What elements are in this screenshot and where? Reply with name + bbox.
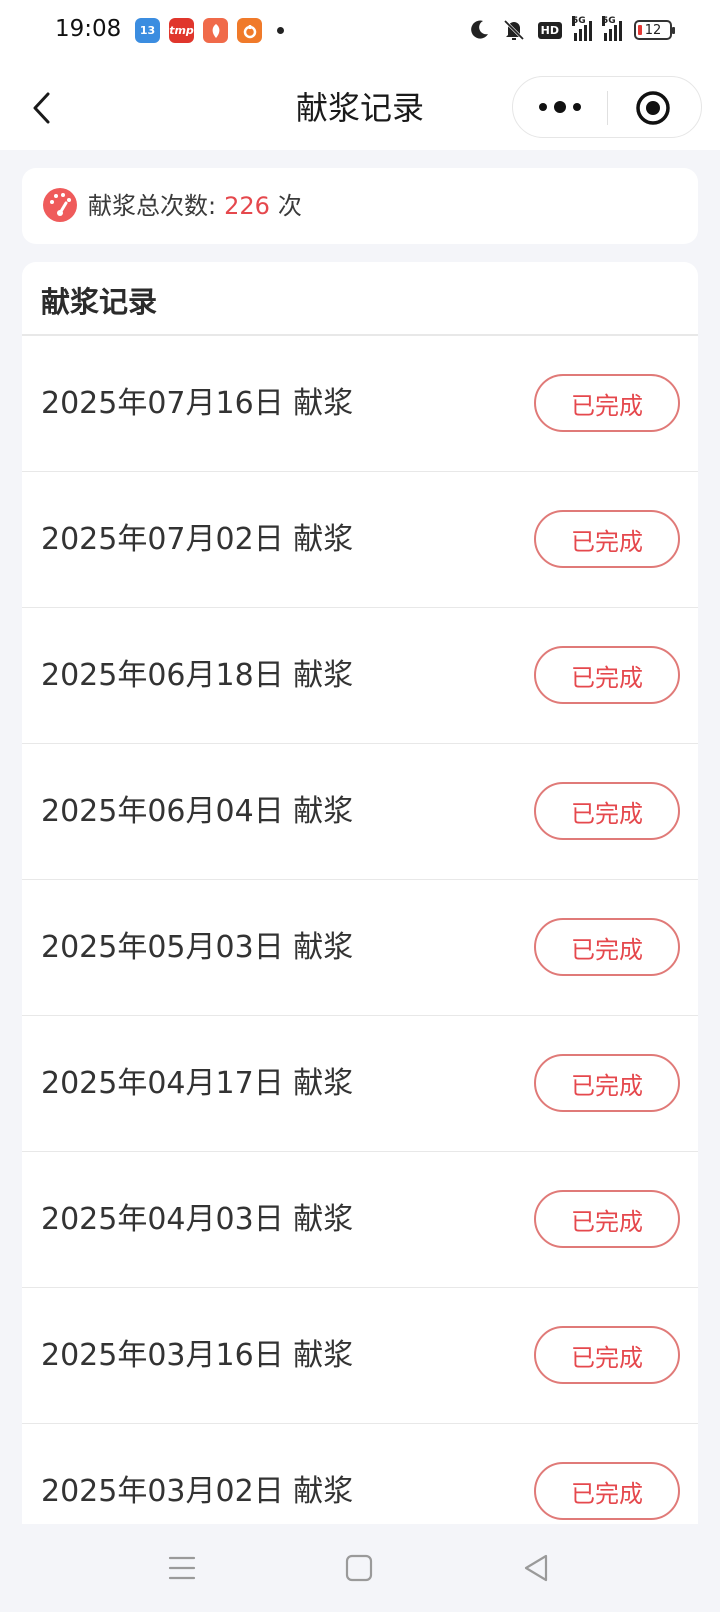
record-date: 2025年03月02日 献浆 xyxy=(41,1474,354,1509)
moon-icon xyxy=(470,20,488,39)
signal-1-icon: 5G xyxy=(572,16,592,41)
back-triangle-icon[interactable] xyxy=(518,1550,554,1586)
record-row[interactable]: 2025年03月16日 献浆 已完成 xyxy=(22,1288,698,1424)
battery-level: 12 xyxy=(644,22,662,38)
record-date: 2025年06月18日 献浆 xyxy=(41,658,354,693)
status-badge[interactable]: 已完成 xyxy=(534,1054,680,1112)
summary-unit: 次 xyxy=(277,192,302,220)
summary-line: 献浆总次数: 226 次 xyxy=(88,190,302,222)
hd-voice-icon: HD xyxy=(537,21,562,39)
record-row[interactable]: 2025年04月17日 献浆 已完成 xyxy=(22,1016,698,1152)
status-badge[interactable]: 已完成 xyxy=(534,1462,680,1520)
close-miniprogram-button[interactable] xyxy=(635,90,671,126)
record-row[interactable]: 2025年05月03日 献浆 已完成 xyxy=(22,880,698,1016)
more-notifications-dot xyxy=(277,27,284,34)
section-title: 献浆记录 xyxy=(41,285,158,319)
app-orange-icon xyxy=(237,18,262,43)
nav-bar: 献浆记录 xyxy=(0,66,720,150)
more-button[interactable] xyxy=(533,92,587,122)
status-badge[interactable]: 已完成 xyxy=(534,918,680,976)
status-badge[interactable]: 已完成 xyxy=(534,1190,680,1248)
status-badge[interactable]: 已完成 xyxy=(534,782,680,840)
app-13-icon: 13 xyxy=(135,18,160,43)
status-bar: 19:08 13 tmp HD 5G 5G 12 xyxy=(0,0,720,66)
signal-2-icon: 5G xyxy=(602,16,622,41)
record-row[interactable]: 2025年07月02日 献浆 已完成 xyxy=(22,472,698,608)
bell-muted-icon xyxy=(503,19,524,41)
record-date: 2025年04月03日 献浆 xyxy=(41,1202,354,1237)
home-icon[interactable] xyxy=(341,1550,377,1586)
gauge-icon xyxy=(43,188,77,222)
record-date: 2025年05月03日 献浆 xyxy=(41,930,354,965)
app-red-icon xyxy=(203,18,228,43)
summary-card: 献浆总次数: 226 次 xyxy=(22,168,698,244)
status-badge[interactable]: 已完成 xyxy=(534,510,680,568)
record-date: 2025年03月16日 献浆 xyxy=(41,1338,354,1373)
record-date: 2025年04月17日 献浆 xyxy=(41,1066,354,1101)
status-time: 19:08 xyxy=(55,16,122,42)
record-row[interactable]: 2025年04月03日 献浆 已完成 xyxy=(22,1152,698,1288)
status-badge[interactable]: 已完成 xyxy=(534,374,680,432)
summary-count: 226 xyxy=(224,192,270,220)
record-row[interactable]: 2025年06月18日 献浆 已完成 xyxy=(22,608,698,744)
record-row[interactable]: 2025年06月04日 献浆 已完成 xyxy=(22,744,698,880)
target-close-icon xyxy=(636,91,670,125)
notification-icons: 13 tmp xyxy=(135,18,284,43)
status-badge[interactable]: 已完成 xyxy=(534,1326,680,1384)
records-card: 献浆记录 2025年07月16日 献浆 已完成 2025年07月02日 献浆 已… xyxy=(22,262,698,1562)
record-date: 2025年06月04日 献浆 xyxy=(41,794,354,829)
record-date: 2025年07月02日 献浆 xyxy=(41,522,354,557)
battery-icon: 12 xyxy=(634,20,675,40)
record-date: 2025年07月16日 献浆 xyxy=(41,386,354,421)
more-dots-icon xyxy=(539,101,581,113)
capsule-divider xyxy=(607,91,608,125)
app-tmall-icon: tmp xyxy=(169,18,194,43)
record-row[interactable]: 2025年07月16日 献浆 已完成 xyxy=(22,336,698,472)
menu-icon[interactable] xyxy=(164,1550,200,1586)
miniprogram-capsule xyxy=(512,76,702,138)
summary-label: 献浆总次数: xyxy=(88,192,217,220)
system-icons: HD 5G 5G 12 xyxy=(468,16,675,42)
status-badge[interactable]: 已完成 xyxy=(534,646,680,704)
system-nav-bar xyxy=(0,1524,720,1612)
